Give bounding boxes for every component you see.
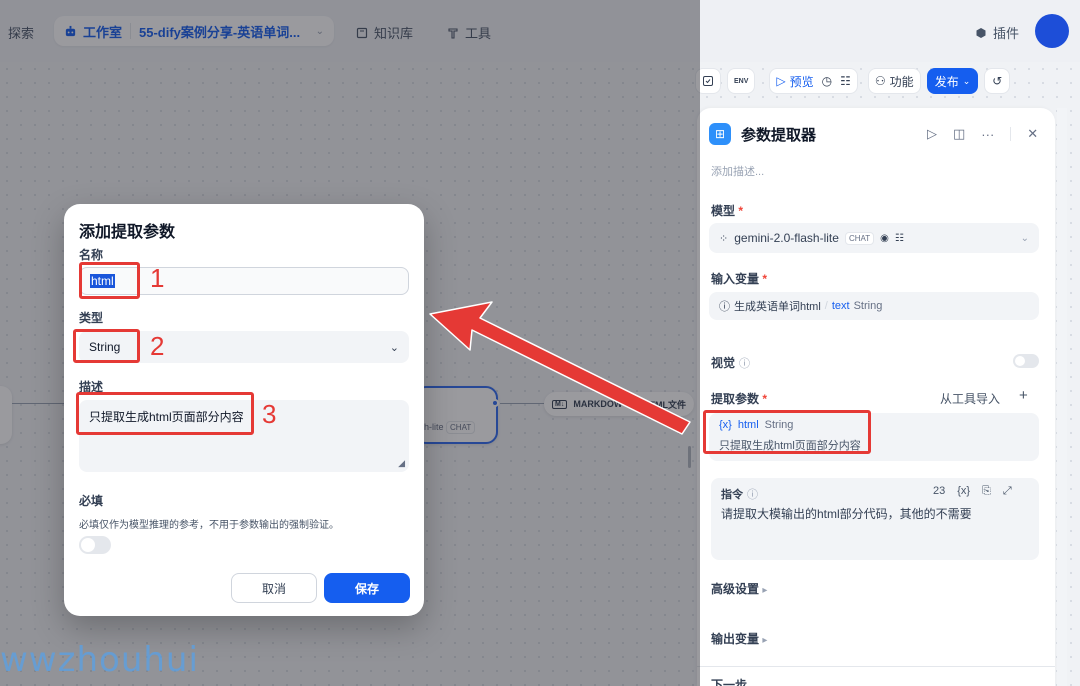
add-param-icon[interactable]: + bbox=[1019, 387, 1028, 404]
avatar[interactable] bbox=[1035, 14, 1069, 48]
copy-icon[interactable]: ⎘ bbox=[982, 485, 991, 498]
watermark: wwzhouhui bbox=[0, 640, 199, 680]
next-step-label: 下一步 bbox=[711, 678, 748, 686]
description-input[interactable]: 添加描述... bbox=[711, 163, 764, 179]
annotation-number-2: 2 bbox=[150, 331, 165, 361]
panel-scrollbar[interactable] bbox=[1057, 108, 1067, 686]
annotation-box-1 bbox=[79, 262, 140, 299]
features-icon: ⚇ bbox=[874, 74, 886, 88]
cube-icon bbox=[976, 27, 986, 38]
model-label: 模型 * bbox=[711, 204, 744, 218]
divider bbox=[1010, 127, 1012, 141]
play-icon: ▷ bbox=[776, 74, 786, 88]
close-icon[interactable]: ✕ bbox=[1027, 126, 1038, 142]
chevron-down-icon: ⌄ bbox=[1020, 232, 1029, 244]
save-button[interactable]: 保存 bbox=[324, 573, 410, 603]
nav-plugins[interactable]: 插件 bbox=[975, 23, 1019, 42]
log-icon[interactable]: ☷ bbox=[840, 74, 851, 88]
node-config-panel: ⊞ 参数提取器 ▷ ◫ ··· ✕ 添加描述... 模型 * ⁘ gemini-… bbox=[697, 108, 1055, 686]
annotation-box-3 bbox=[76, 392, 254, 435]
history-run-icon[interactable]: ◷ bbox=[822, 74, 832, 88]
info-icon: ⓘ bbox=[747, 489, 758, 501]
help-book-icon[interactable]: ◫ bbox=[953, 126, 965, 142]
annotation-box-2 bbox=[73, 329, 140, 363]
advanced-settings-toggle[interactable]: 高级设置 ▸ bbox=[711, 580, 767, 597]
type-label: 类型 bbox=[79, 311, 104, 325]
settings-sliders-icon[interactable]: ☷ bbox=[895, 233, 904, 244]
model-selector[interactable]: ⁘ gemini-2.0-flash-lite CHAT ◉ ☷ ⌄ bbox=[709, 223, 1039, 253]
import-from-tool-button[interactable]: 从工具导入 bbox=[940, 390, 1000, 407]
input-variable-field[interactable]: ⓘ 生成英语单词html / text String bbox=[709, 292, 1039, 320]
llm-node-icon: ⓘ bbox=[719, 301, 730, 313]
cancel-button[interactable]: 取消 bbox=[231, 573, 317, 603]
annotation-number-3: 3 bbox=[262, 399, 277, 429]
input-variable-label: 输入变量 * bbox=[711, 272, 768, 286]
info-icon: ⓘ bbox=[739, 357, 751, 370]
resize-grip-icon[interactable]: ◢ bbox=[398, 458, 405, 469]
history-icon: ↺ bbox=[992, 74, 1003, 88]
instruction-editor[interactable]: 指令 ⓘ 23 {x} ⎘ ⤢ 请提取大模输出的html部分代码，其他的不需要 bbox=[711, 478, 1039, 560]
annotation-number-1: 1 bbox=[150, 263, 165, 293]
chevron-down-icon: ⌄ bbox=[389, 341, 399, 354]
features-button[interactable]: ⚇ 功能 bbox=[867, 68, 921, 94]
version-history-button[interactable]: ↺ bbox=[984, 68, 1011, 94]
chevron-down-icon: ⌄ bbox=[962, 75, 971, 86]
eye-icon: ◉ bbox=[880, 232, 889, 244]
vision-toggle[interactable] bbox=[1013, 354, 1039, 368]
insert-variable-icon[interactable]: {x} bbox=[957, 485, 970, 498]
divider bbox=[697, 666, 1055, 667]
expand-icon[interactable]: ⤢ bbox=[1003, 485, 1012, 498]
more-icon[interactable]: ··· bbox=[981, 127, 994, 142]
required-hint: 必填仅作为模型推理的参考，不用于参数输出的强制验证。 bbox=[79, 520, 339, 531]
checklist-icon bbox=[703, 76, 713, 86]
env-button[interactable]: ENV bbox=[727, 68, 756, 94]
gemini-icon: ⁘ bbox=[719, 232, 729, 245]
annotation-box-param bbox=[703, 410, 871, 454]
output-variables-toggle[interactable]: 输出变量 ▸ bbox=[711, 630, 767, 647]
parameter-extractor-icon: ⊞ bbox=[709, 123, 731, 145]
required-label: 必填 bbox=[79, 494, 104, 508]
run-group: ▷ 预览 ◷ ☷ bbox=[769, 68, 858, 94]
preview-button[interactable]: ▷ 预览 bbox=[776, 73, 813, 90]
publish-button[interactable]: 发布 ⌄ bbox=[926, 68, 979, 94]
modal-title: 添加提取参数 bbox=[79, 224, 176, 241]
extract-params-label: 提取参数 * bbox=[711, 392, 768, 406]
panel-title: 参数提取器 bbox=[741, 126, 817, 144]
name-label: 名称 bbox=[79, 248, 104, 262]
canvas-toolbar: ENV ▷ 预览 ◷ ☷ ⚇ 功能 发布 ⌄ ↺ bbox=[695, 68, 1011, 94]
run-node-icon[interactable]: ▷ bbox=[927, 126, 937, 142]
vision-label: 视觉 ⓘ bbox=[711, 356, 751, 370]
required-toggle[interactable] bbox=[79, 536, 111, 554]
